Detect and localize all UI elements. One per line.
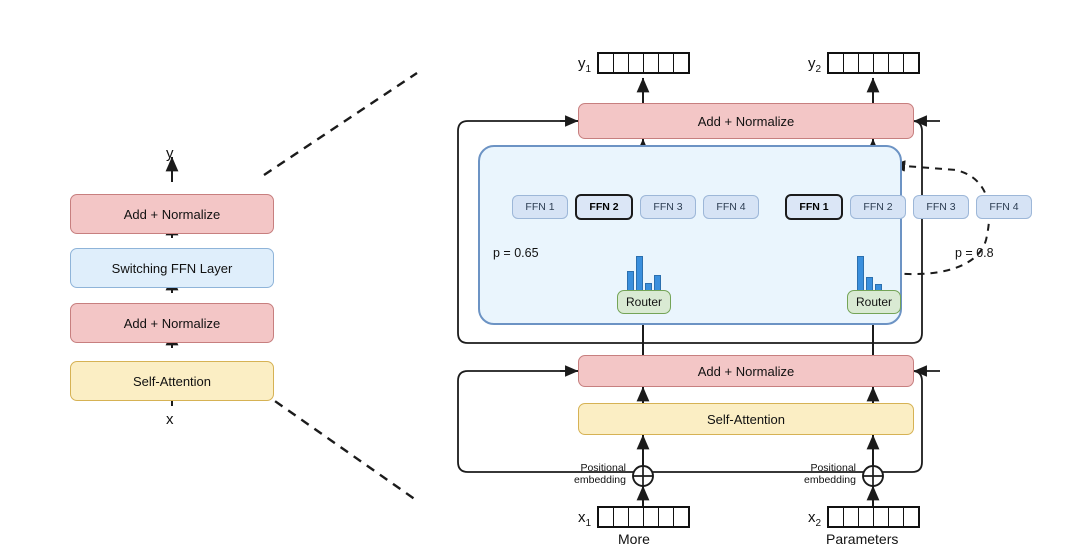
router-token-2[interactable]: Router: [847, 290, 901, 314]
token-cell: [614, 508, 629, 526]
expert-label: FFN 4: [716, 201, 746, 213]
token-cell: [829, 508, 844, 526]
expert-ffn-1-token-2-selected[interactable]: FFN 1: [785, 194, 843, 220]
expert-ffn-1-token-1[interactable]: FFN 1: [512, 195, 568, 219]
token-cell: [829, 54, 844, 72]
expert-label: FFN 3: [926, 201, 956, 213]
router-probability-bar: [627, 271, 634, 292]
left-input-label: x: [166, 411, 174, 428]
zoom-connector-top: [263, 72, 418, 176]
diagram-canvas: y Add + Normalize Switching FFN Layer Ad…: [0, 0, 1080, 557]
x1-token-box: [597, 506, 690, 528]
expert-ffn-3-token-1[interactable]: FFN 3: [640, 195, 696, 219]
token-cell: [844, 508, 859, 526]
probability-label-token-2: p = 0.8: [955, 246, 994, 260]
token-cell: [889, 508, 904, 526]
token-cell: [904, 508, 918, 526]
token-cell: [859, 508, 874, 526]
token-cell: [659, 508, 674, 526]
token-cell: [629, 508, 644, 526]
token-cell: [599, 508, 614, 526]
left-block-label: Add + Normalize: [123, 206, 221, 222]
token-cell: [629, 54, 644, 72]
x1-vector-label: x1: [578, 509, 592, 529]
top-add-normalize-block[interactable]: Add + Normalize: [578, 103, 914, 139]
token-cell: [859, 54, 874, 72]
left-block-switching-ffn-layer[interactable]: Switching FFN Layer: [70, 248, 274, 288]
y2-vector-label: y2: [808, 55, 822, 75]
router-probability-bar: [636, 256, 643, 292]
token-cell: [874, 54, 889, 72]
left-block-label: Self-Attention: [132, 373, 212, 389]
expert-label: FFN 3: [653, 201, 683, 213]
probability-label-token-1: p = 0.65: [493, 246, 539, 260]
top-add-normalize-label: Add + Normalize: [697, 113, 795, 129]
x2-token-box: [827, 506, 920, 528]
left-block-label: Switching FFN Layer: [111, 260, 233, 276]
token-cell: [599, 54, 614, 72]
token-cell: [904, 54, 918, 72]
self-attention-label: Self-Attention: [706, 411, 786, 427]
expert-ffn-2-token-2[interactable]: FFN 2: [850, 195, 906, 219]
expert-label: FFN 4: [989, 201, 1019, 213]
expert-ffn-2-token-1-selected[interactable]: FFN 2: [575, 194, 633, 220]
expert-label: FFN 2: [589, 201, 619, 213]
left-block-self-attention[interactable]: Self-Attention: [70, 361, 274, 401]
router-label: Router: [855, 295, 893, 309]
expert-ffn-3-token-2[interactable]: FFN 3: [913, 195, 969, 219]
token-cell: [644, 54, 659, 72]
token-cell: [874, 508, 889, 526]
expert-ffn-4-token-1[interactable]: FFN 4: [703, 195, 759, 219]
positional-embedding-label-1: Positional embedding: [574, 462, 626, 486]
token-cell: [844, 54, 859, 72]
positional-embedding-label-2: Positional embedding: [804, 462, 856, 486]
router-distribution-histogram-2: [856, 256, 892, 292]
expert-label: FFN 2: [863, 201, 893, 213]
switching-ffn-layer-panel: [478, 145, 902, 325]
token-cell: [614, 54, 629, 72]
y1-vector-label: y1: [578, 55, 592, 75]
router-distribution-histogram-1: [626, 256, 662, 292]
router-label: Router: [625, 295, 663, 309]
bottom-add-normalize-label: Add + Normalize: [697, 363, 795, 379]
token-cell: [674, 508, 688, 526]
left-block-add-normalize-1[interactable]: Add + Normalize: [70, 303, 274, 343]
router-probability-bar: [857, 256, 864, 292]
left-block-add-normalize-2[interactable]: Add + Normalize: [70, 194, 274, 234]
self-attention-block[interactable]: Self-Attention: [578, 403, 914, 435]
expert-ffn-4-token-2[interactable]: FFN 4: [976, 195, 1032, 219]
input-word-2: Parameters: [826, 531, 899, 547]
router-token-1[interactable]: Router: [617, 290, 671, 314]
token-cell: [674, 54, 688, 72]
left-output-label: y: [166, 145, 174, 162]
bottom-add-normalize-block[interactable]: Add + Normalize: [578, 355, 914, 387]
x2-vector-label: x2: [808, 509, 822, 529]
y2-token-box: [827, 52, 920, 74]
token-cell: [889, 54, 904, 72]
zoom-connector-bottom: [261, 391, 417, 501]
expert-label: FFN 1: [799, 201, 829, 213]
left-block-label: Add + Normalize: [123, 315, 221, 331]
token-cell: [659, 54, 674, 72]
y1-token-box: [597, 52, 690, 74]
expert-label: FFN 1: [525, 201, 555, 213]
input-word-1: More: [618, 531, 650, 547]
token-cell: [644, 508, 659, 526]
